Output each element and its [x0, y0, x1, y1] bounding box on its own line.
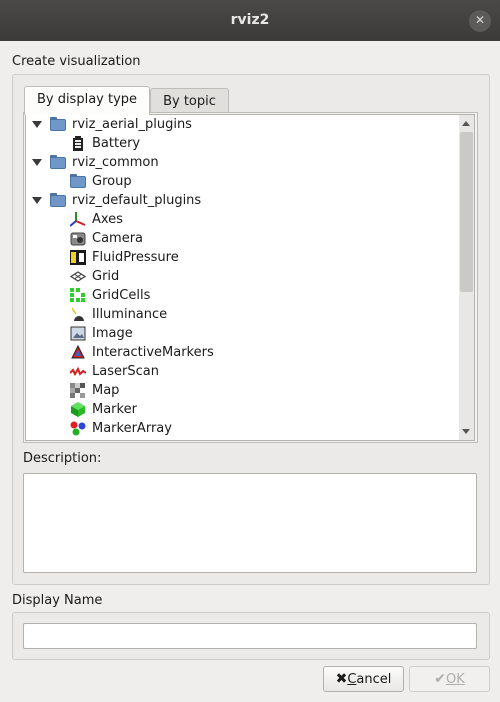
expand-arrow-icon[interactable] [32, 197, 42, 204]
ok-button-label: OK [445, 672, 465, 687]
tree-label: GridCells [92, 288, 151, 303]
tree-label: Grid [92, 269, 120, 284]
tab-by-display-type[interactable]: By display type [24, 86, 150, 115]
tree-label: rviz_aerial_plugins [72, 117, 192, 132]
tree-label: Marker [92, 402, 137, 417]
axes-icon [69, 212, 86, 227]
check-icon: ✔ [434, 671, 446, 687]
display-name-label: Display Name [12, 593, 103, 608]
ok-button[interactable]: ✔OK [409, 666, 490, 692]
window-title: rviz2 [230, 12, 270, 28]
section-title: Create visualization [12, 54, 141, 69]
folder-icon [50, 155, 66, 169]
cancel-button[interactable]: ✖Cancel [323, 666, 404, 692]
tab-by-topic[interactable]: By topic [150, 88, 229, 115]
folder-icon [70, 174, 86, 188]
tree-label: LaserScan [92, 364, 159, 379]
tree-scrollbar[interactable] [459, 114, 475, 441]
grid-icon [69, 269, 87, 284]
interactive-markers-icon [70, 344, 86, 360]
cancel-button-label: ancel [356, 672, 392, 687]
scroll-thumb[interactable] [460, 132, 473, 292]
tree-label: Illuminance [92, 307, 168, 322]
tree-label: Battery [92, 136, 141, 151]
cancel-x-icon: ✖ [335, 671, 348, 687]
tree-label: Group [92, 174, 132, 189]
marker-icon [70, 402, 86, 417]
tree-label: Camera [92, 231, 144, 246]
tree-label: rviz_default_plugins [72, 193, 202, 208]
title-bar: rviz2 ✕ [0, 0, 500, 41]
map-icon [70, 383, 86, 398]
tree-label: InteractiveMarkers [92, 345, 214, 360]
scroll-up-icon[interactable] [462, 121, 470, 126]
folder-icon [50, 193, 66, 207]
image-icon [70, 326, 86, 341]
marker-array-icon [70, 421, 86, 436]
battery-icon [70, 136, 86, 151]
expand-arrow-icon[interactable] [32, 121, 42, 128]
description-label: Description: [23, 451, 102, 466]
illuminance-icon [70, 307, 86, 322]
camera-icon [70, 231, 86, 246]
tree-label: Axes [92, 212, 123, 227]
expand-arrow-icon[interactable] [32, 159, 42, 166]
laser-scan-icon [69, 364, 87, 379]
display-name-input[interactable] [23, 623, 477, 649]
tree-label: rviz_common [72, 155, 159, 170]
tree-label: Image [92, 326, 133, 341]
tree-label: MarkerArray [92, 421, 172, 436]
tree-label: Map [92, 383, 120, 398]
display-type-tree[interactable]: rviz_aerial_plugins Battery rviz_common Gro… [25, 114, 461, 441]
folder-icon [50, 117, 66, 131]
grid-cells-icon [70, 288, 86, 303]
description-box [23, 473, 477, 573]
fluid-pressure-icon [70, 250, 86, 265]
close-icon[interactable]: ✕ [469, 10, 491, 32]
scroll-down-icon[interactable] [462, 429, 470, 434]
tree-label: FluidPressure [92, 250, 179, 265]
